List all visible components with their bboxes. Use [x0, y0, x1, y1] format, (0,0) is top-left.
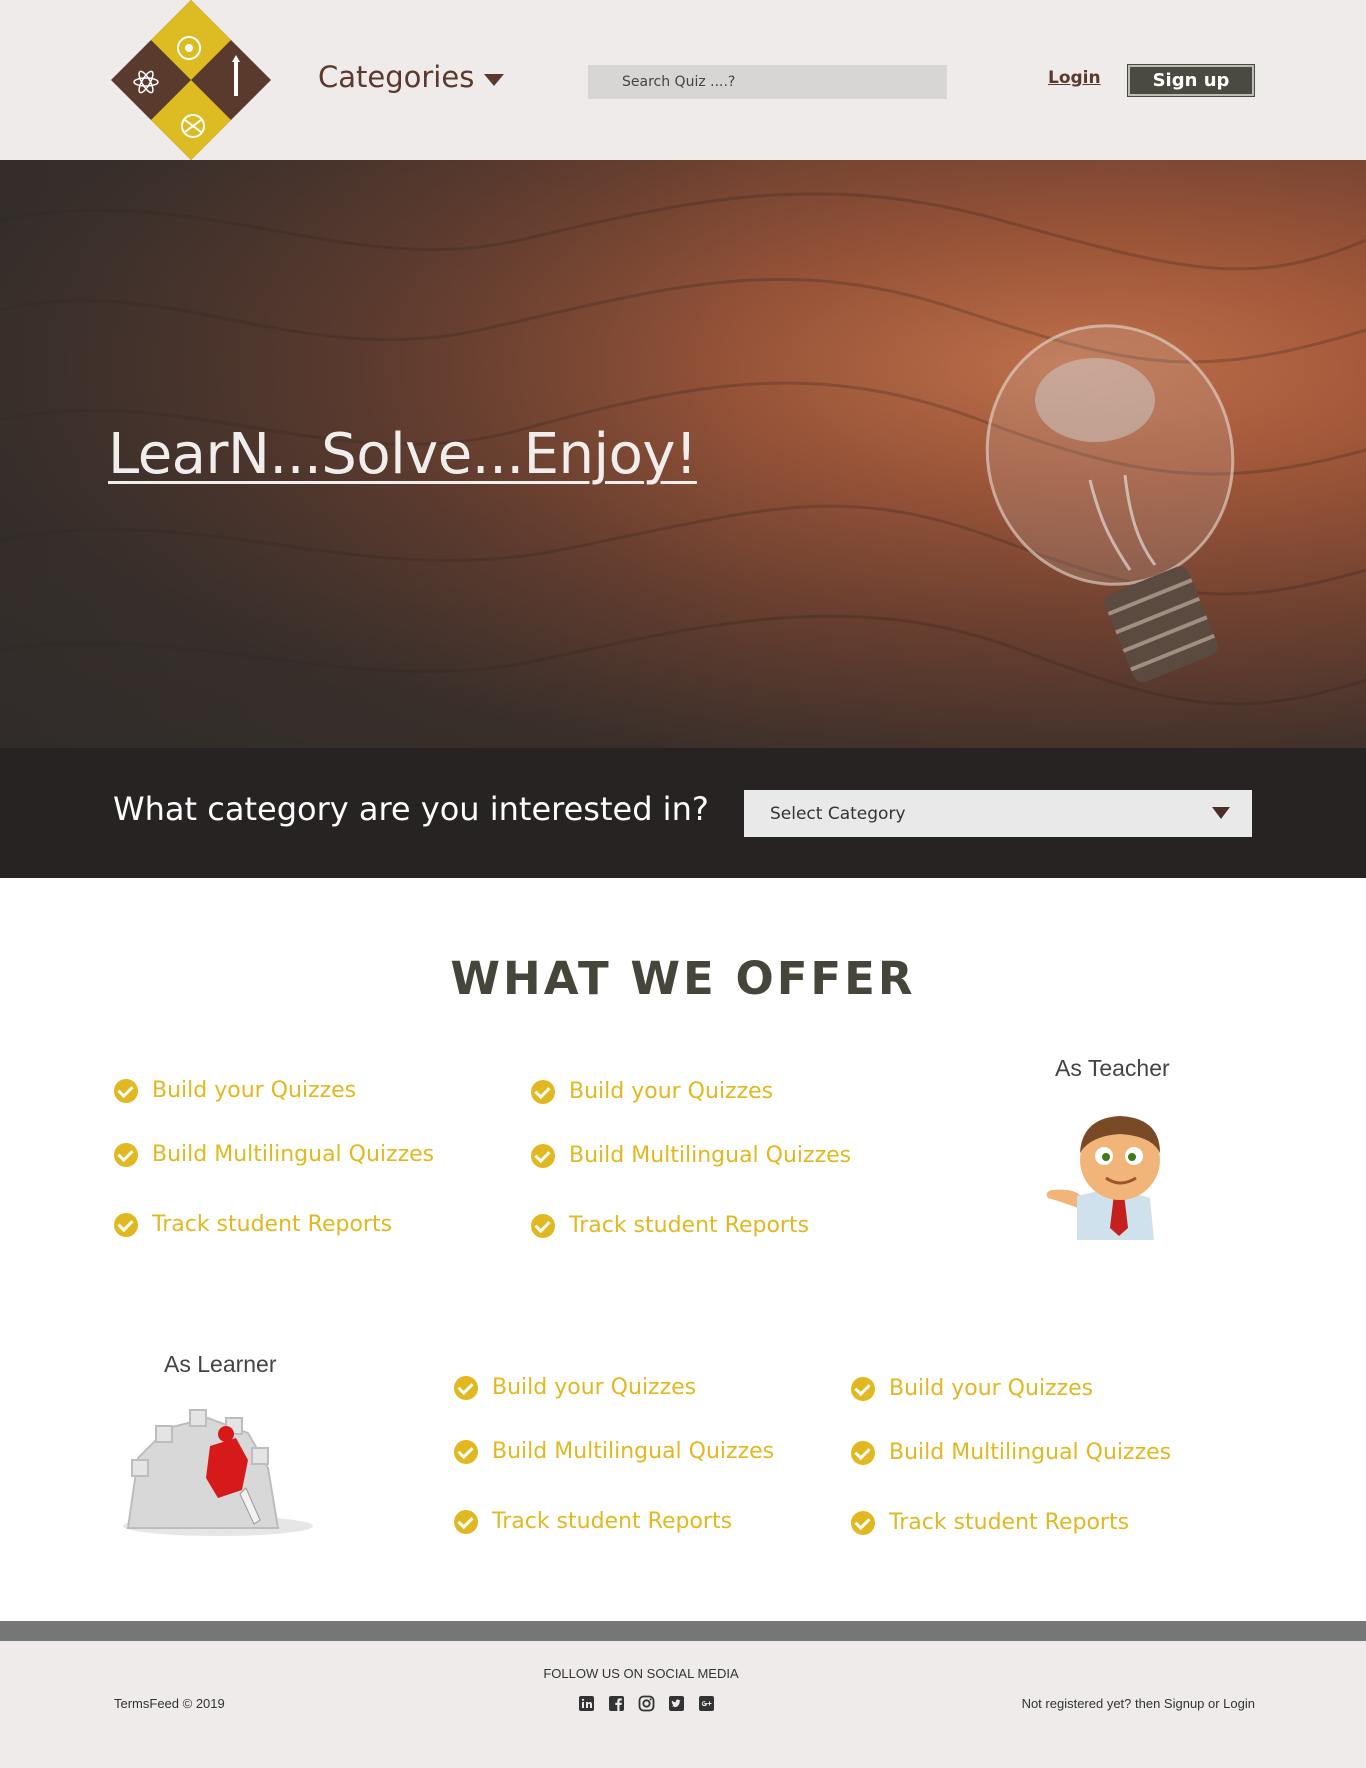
- learner-label: As Learner: [164, 1351, 277, 1377]
- caret-down-icon: [1212, 807, 1230, 819]
- feature-item: Track student Reports: [851, 1510, 1129, 1535]
- feature-item: Build Multilingual Quizzes: [114, 1142, 434, 1167]
- check-circle-icon: [454, 1509, 478, 1534]
- feature-item: Build your Quizzes: [531, 1079, 773, 1104]
- twitter-icon[interactable]: [668, 1695, 685, 1712]
- category-question: What category are you interested in?: [113, 790, 709, 828]
- offer-title: WHAT WE OFFER: [450, 952, 916, 1005]
- feature-item: Build your Quizzes: [114, 1078, 356, 1103]
- feature-label: Build your Quizzes: [492, 1375, 697, 1400]
- caret-down-icon: [484, 74, 505, 86]
- check-circle-icon: [114, 1212, 138, 1237]
- feature-label: Track student Reports: [492, 1509, 733, 1534]
- teacher-illustration: [1046, 1116, 1160, 1240]
- feature-label: Build your Quizzes: [569, 1079, 774, 1104]
- feature-item: Build your Quizzes: [454, 1375, 696, 1400]
- check-circle-icon: [531, 1213, 555, 1238]
- check-circle-icon: [851, 1510, 875, 1535]
- feature-item: Build your Quizzes: [851, 1376, 1093, 1401]
- check-circle-icon: [851, 1376, 875, 1401]
- copyright: TermsFeed © 2019: [114, 1696, 225, 1711]
- feature-item: Build Multilingual Quizzes: [851, 1440, 1171, 1465]
- feature-item: Build Multilingual Quizzes: [454, 1439, 774, 1464]
- check-circle-icon: [454, 1439, 478, 1464]
- categories-label: Categories: [318, 60, 475, 94]
- feature-label: Build Multilingual Quizzes: [492, 1439, 775, 1464]
- category-select[interactable]: Select Category: [744, 790, 1252, 837]
- feature-item: Track student Reports: [454, 1509, 732, 1534]
- feature-label: Build Multilingual Quizzes: [152, 1142, 435, 1167]
- learner-illustration: [123, 1409, 313, 1536]
- search-input[interactable]: [588, 65, 947, 99]
- check-circle-icon: [531, 1143, 555, 1168]
- feature-label: Build your Quizzes: [889, 1376, 1094, 1401]
- feature-item: Track student Reports: [531, 1213, 809, 1238]
- check-circle-icon: [114, 1078, 138, 1103]
- feature-label: Track student Reports: [152, 1212, 393, 1237]
- signup-button[interactable]: Sign up: [1127, 64, 1255, 97]
- check-circle-icon: [454, 1375, 478, 1400]
- signup-prompt[interactable]: Not registered yet? then Signup or Login: [1022, 1696, 1255, 1711]
- footer-divider: [0, 1621, 1366, 1641]
- login-link[interactable]: Login: [1048, 68, 1101, 88]
- light-bulb-image: [985, 324, 1235, 683]
- instagram-icon[interactable]: [638, 1695, 655, 1712]
- hero-banner: LearN...Solve...Enjoy!: [0, 160, 1366, 748]
- categories-dropdown[interactable]: Categories: [318, 60, 505, 94]
- category-select-value: Select Category: [770, 803, 906, 824]
- check-circle-icon: [851, 1440, 875, 1465]
- feature-item: Build Multilingual Quizzes: [531, 1143, 851, 1168]
- puzzle-logo[interactable]: [111, 0, 271, 160]
- feature-label: Build Multilingual Quizzes: [569, 1143, 852, 1168]
- feature-label: Track student Reports: [889, 1510, 1130, 1535]
- facebook-icon[interactable]: [608, 1695, 625, 1712]
- follow-label: FOLLOW US ON SOCIAL MEDIA: [543, 1666, 739, 1681]
- feature-label: Build Multilingual Quizzes: [889, 1440, 1172, 1465]
- check-circle-icon: [531, 1079, 555, 1104]
- linkedin-icon[interactable]: [578, 1695, 595, 1712]
- teacher-label: As Teacher: [1055, 1055, 1170, 1081]
- google-plus-icon[interactable]: [698, 1695, 715, 1712]
- check-circle-icon: [114, 1142, 138, 1167]
- hero-title: LearN...Solve...Enjoy!: [108, 422, 697, 487]
- feature-item: Track student Reports: [114, 1212, 392, 1237]
- feature-label: Track student Reports: [569, 1213, 810, 1238]
- feature-label: Build your Quizzes: [152, 1078, 357, 1103]
- social-links: [578, 1695, 715, 1712]
